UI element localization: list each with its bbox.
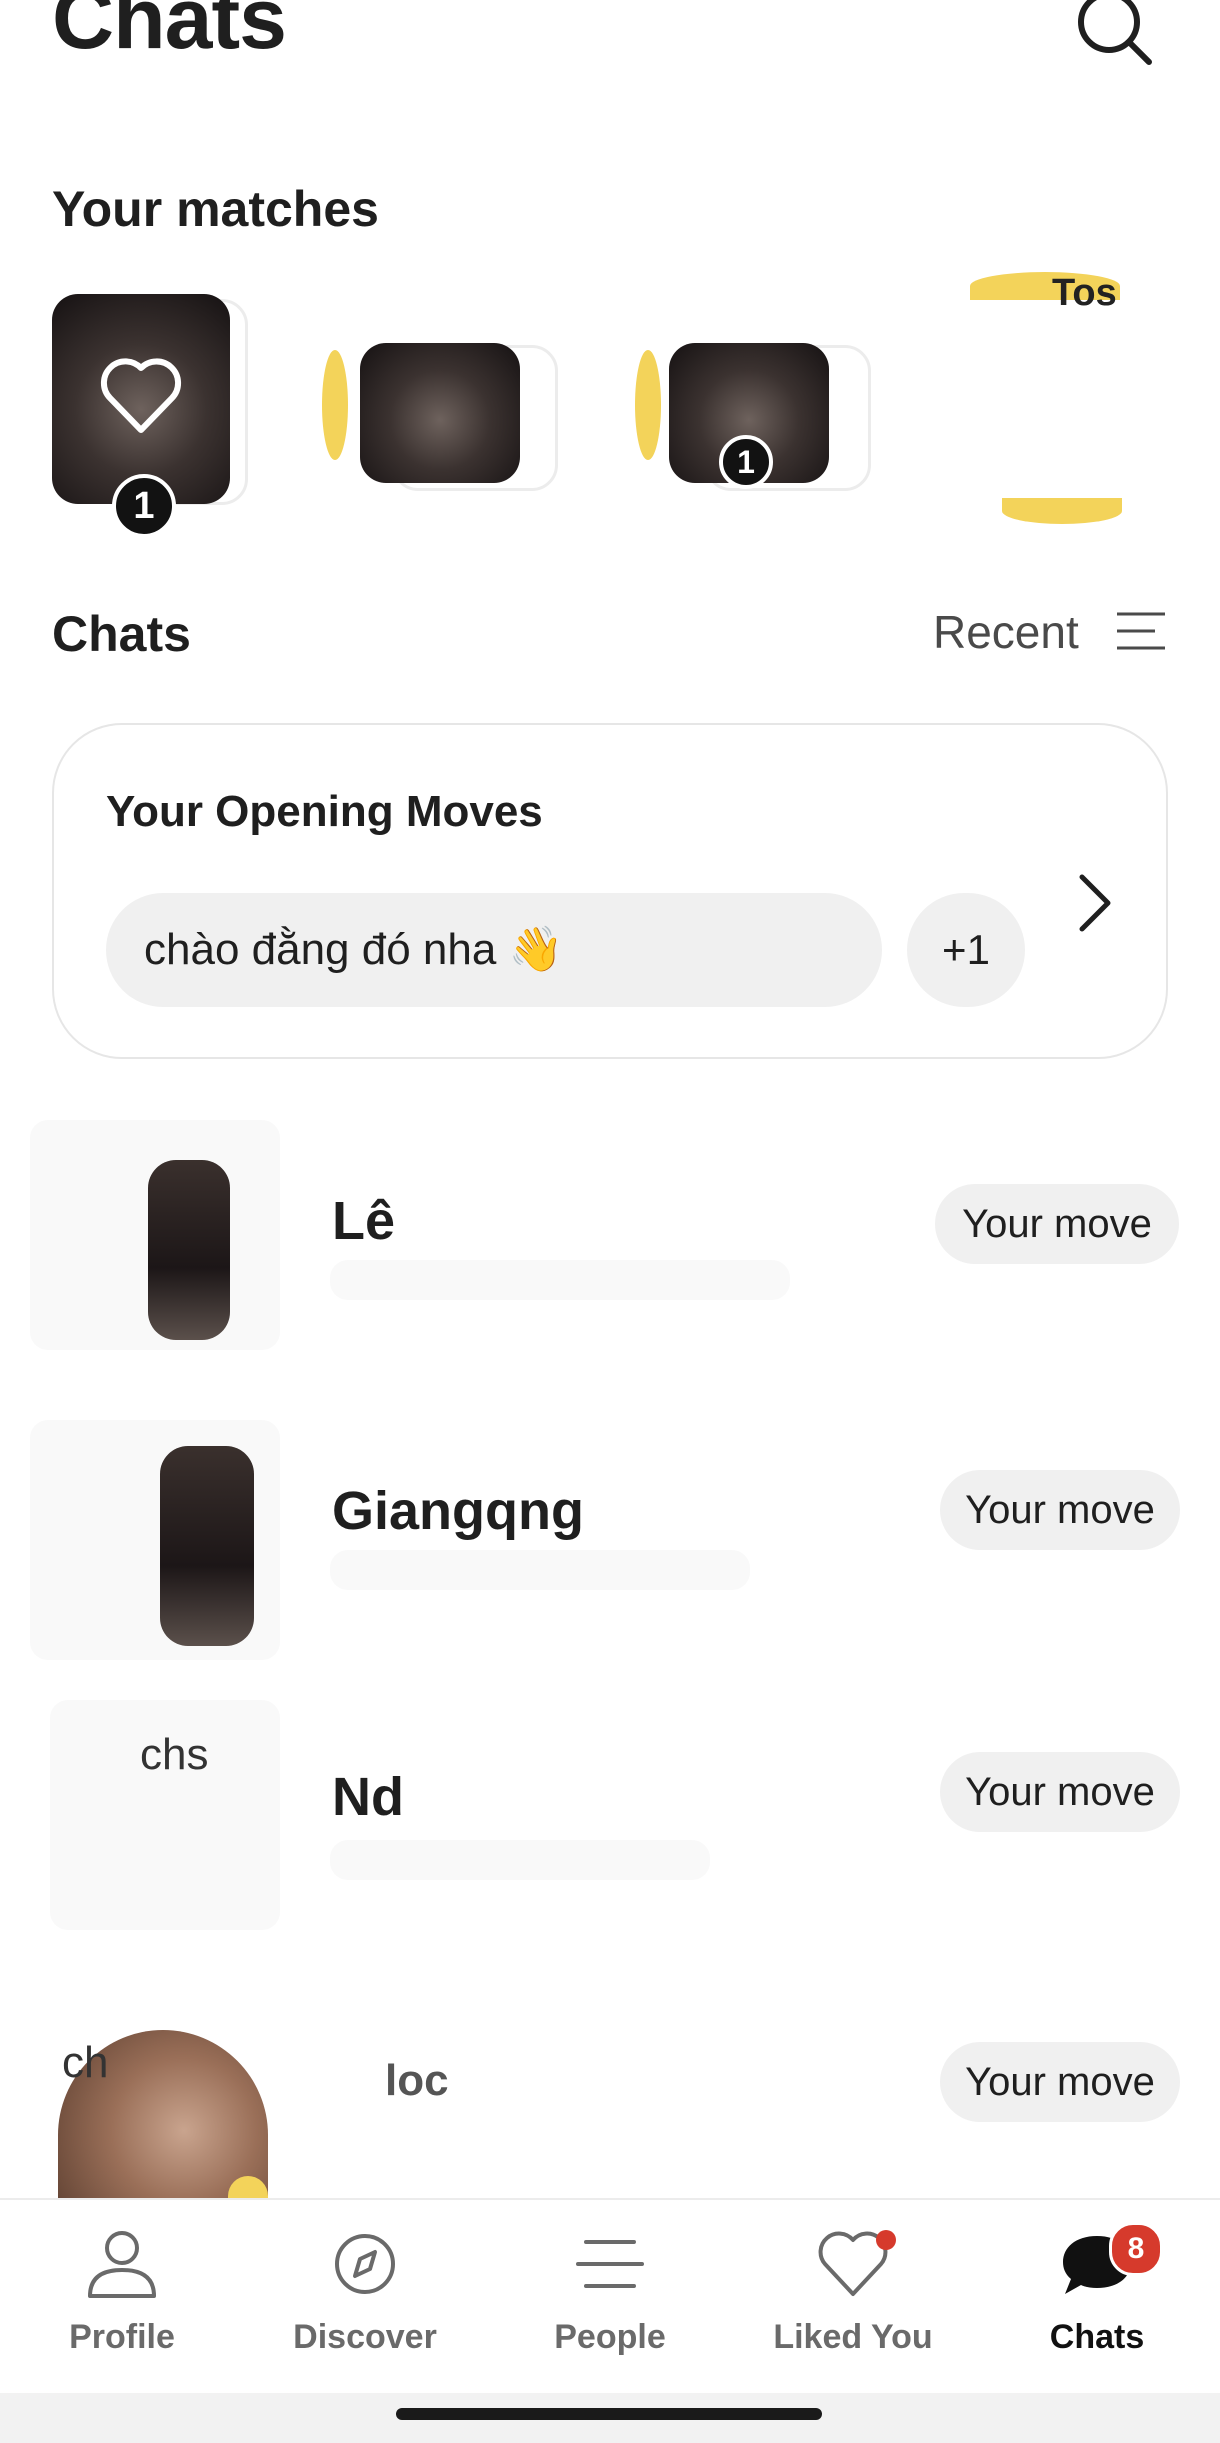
avatar-text: ch	[62, 2038, 109, 2087]
unread-badge: 1	[112, 474, 176, 538]
opening-moves-more: +1	[907, 893, 1025, 1007]
nav-liked-you[interactable]: Liked You	[753, 2224, 953, 2384]
message-preview	[330, 1840, 710, 1880]
nav-label: People	[554, 2318, 666, 2356]
unread-count-badge: 8	[1109, 2222, 1163, 2276]
new-match-ring	[322, 350, 348, 460]
chats-heading: Chats	[52, 606, 191, 662]
chat-name: Giangqng	[332, 1481, 584, 1541]
message-preview	[330, 1260, 790, 1300]
avatar	[160, 1446, 254, 1646]
match-card-3[interactable]: 1	[635, 335, 885, 535]
avatar-text: chs	[140, 1730, 209, 1779]
nav-label: Chats	[1049, 2318, 1145, 2356]
nav-profile[interactable]: Profile	[22, 2224, 222, 2384]
sort-label[interactable]: Recent	[933, 605, 1079, 659]
your-move-badge: Your move	[940, 1470, 1180, 1550]
opening-moves-card[interactable]: Your Opening Moves chào đằng đó nha 👋 +1	[52, 723, 1168, 1059]
your-move-badge: Your move	[940, 2042, 1180, 2122]
compass-icon	[335, 2234, 395, 2294]
nav-discover[interactable]: Discover	[265, 2224, 465, 2384]
sort-button[interactable]	[1115, 610, 1167, 652]
page-title: Chats	[52, 0, 287, 67]
nav-chats[interactable]: 8 Chats	[997, 2222, 1197, 2384]
unread-badge: 1	[719, 435, 773, 489]
message-preview	[330, 1550, 750, 1590]
match-card-4[interactable]: Tos	[960, 260, 1200, 540]
opening-move-message: chào đằng đó nha 👋	[106, 893, 882, 1007]
chat-row-4[interactable]: ch loc Your move	[0, 1990, 1220, 2198]
match-label: Tos	[1052, 272, 1117, 314]
match-card-1[interactable]: 1	[52, 294, 282, 538]
chat-name: Nd	[332, 1767, 404, 1827]
avatar	[148, 1160, 230, 1340]
chat-row-2[interactable]: Giangqng Your move	[0, 1410, 1220, 1670]
nav-label: Liked You	[773, 2318, 933, 2356]
chevron-right-icon	[1066, 863, 1126, 943]
new-match-ring-bottom	[1002, 498, 1122, 524]
home-indicator[interactable]	[396, 2408, 822, 2420]
nav-label: Profile	[69, 2318, 175, 2356]
match-photo	[52, 294, 230, 504]
chat-name: loc	[385, 2056, 449, 2105]
chat-row-3[interactable]: chs Nd Your move	[0, 1700, 1220, 1940]
person-icon	[88, 2231, 156, 2298]
matches-heading: Your matches	[52, 181, 379, 237]
opening-moves-title: Your Opening Moves	[106, 787, 543, 836]
bottom-navigation: Profile Discover People Liked You 8 Chat…	[0, 2198, 1220, 2395]
nav-label: Discover	[293, 2318, 437, 2356]
notification-dot	[876, 2230, 896, 2250]
your-move-badge: Your move	[940, 1752, 1180, 1832]
people-list-icon	[576, 2240, 644, 2288]
new-match-ring	[635, 350, 661, 460]
match-photo	[360, 343, 520, 483]
your-move-badge: Your move	[935, 1184, 1179, 1264]
match-card-2[interactable]	[322, 335, 572, 535]
nav-people[interactable]: People	[510, 2224, 710, 2384]
search-icon	[1078, 0, 1152, 65]
filter-lines-icon	[1117, 612, 1165, 650]
heart-icon	[100, 358, 182, 433]
chat-row-1[interactable]: Lê Your move	[0, 1100, 1220, 1380]
chat-name: Lê	[332, 1191, 396, 1251]
search-button[interactable]	[1075, 0, 1155, 72]
